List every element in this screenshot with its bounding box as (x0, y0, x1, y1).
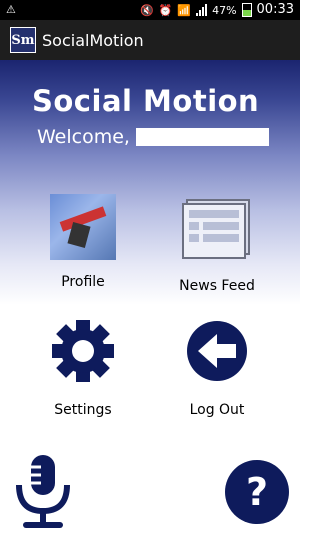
app-title: SocialMotion (42, 30, 144, 50)
back-arrow-icon (187, 321, 247, 381)
clock: 00:33 (256, 2, 294, 17)
news-feed-button[interactable]: News Feed (157, 194, 277, 294)
help-button[interactable]: ? (225, 460, 289, 524)
alarm-icon: ⏰ (158, 3, 173, 17)
wifi-icon: 📶 (177, 3, 192, 17)
newspaper-icon (182, 199, 250, 259)
welcome-row: Welcome, (37, 126, 269, 148)
profile-button[interactable]: Profile (23, 194, 143, 290)
microphone-icon[interactable] (14, 453, 72, 529)
news-feed-label: News Feed (179, 278, 255, 294)
logout-label: Log Out (189, 402, 245, 418)
status-bar: ⚠ 🔇 ⏰ 📶 47% 00:33 (0, 0, 300, 20)
profile-photo (50, 194, 116, 260)
signal-icon (196, 4, 208, 16)
action-bar: Sm SocialMotion (0, 20, 300, 60)
mute-icon: 🔇 (139, 3, 154, 17)
battery-percent: 47% (212, 3, 237, 17)
logout-button[interactable]: Log Out (157, 318, 277, 418)
app-logo: Sm (10, 27, 36, 53)
welcome-text: Welcome, (37, 126, 130, 148)
main-screen: Social Motion Welcome, Profile News Feed (0, 60, 300, 533)
brand-title: Social Motion (32, 84, 260, 118)
settings-button[interactable]: Settings (23, 318, 143, 418)
username-redacted (135, 128, 269, 146)
warning-icon: ⚠ (6, 3, 16, 16)
settings-label: Settings (54, 402, 112, 418)
gear-icon (52, 320, 114, 382)
profile-label: Profile (61, 274, 105, 290)
battery-icon (241, 3, 252, 17)
